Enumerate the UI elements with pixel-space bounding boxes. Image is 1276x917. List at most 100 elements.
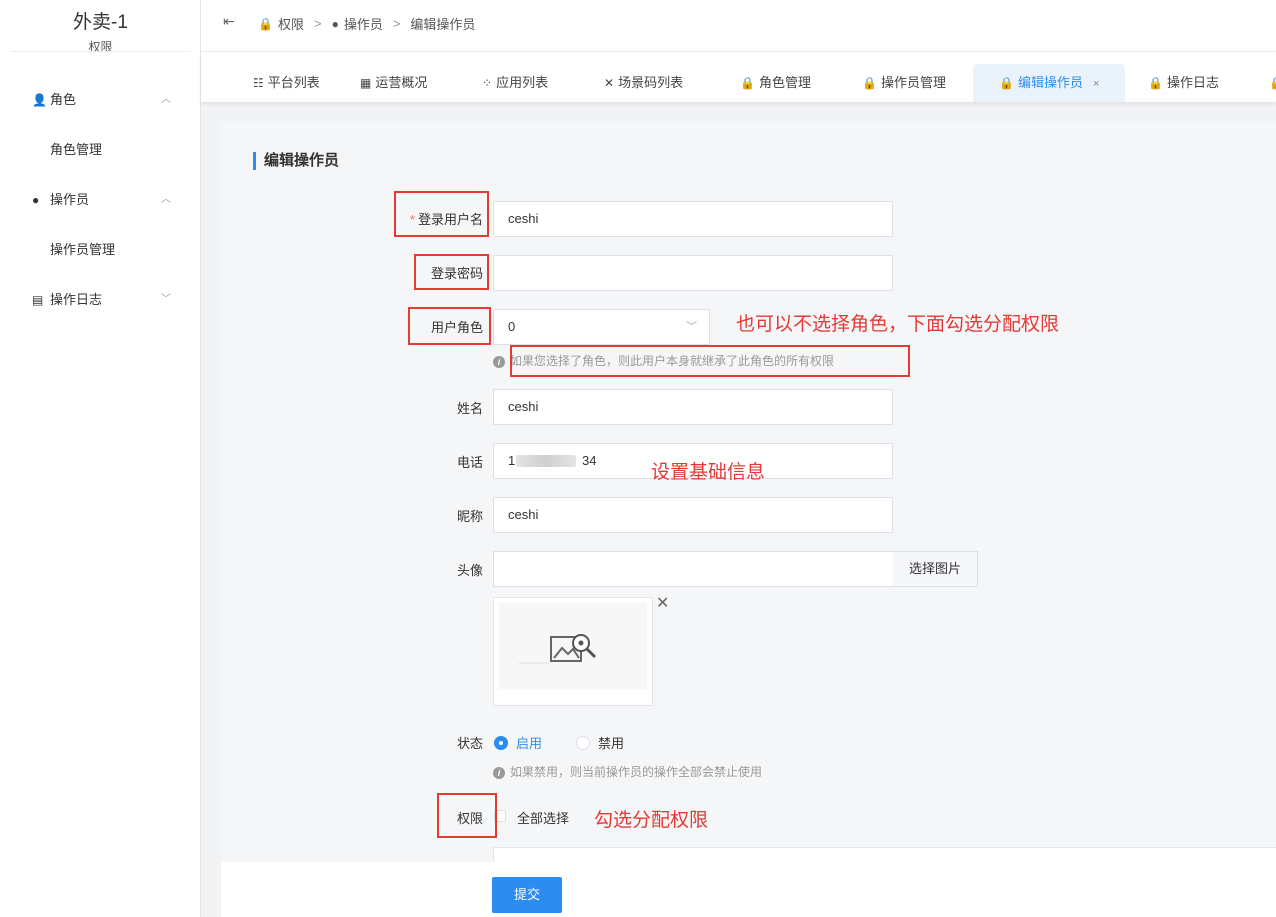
info-icon: i xyxy=(493,767,505,779)
sidebar-group-label: 操作员 xyxy=(50,192,90,207)
role-select-value: 0 xyxy=(508,319,516,334)
module-subtitle: 权限 xyxy=(88,40,113,54)
image-search-icon xyxy=(519,634,597,664)
name-label: 姓名 xyxy=(456,401,483,416)
user-group-icon: 👤 xyxy=(32,93,47,107)
breadcrumb-item[interactable]: 权限 xyxy=(278,14,304,33)
tab-bar: ☷ 平台列表 ▦ 运营概况 ⁘ 应用列表 ✕ 场景码列表 🔒 角色管理 🔒 操作员管理 🔒 编… xyxy=(201,52,1276,102)
chevron-down-icon: ﹀ xyxy=(161,294,171,305)
status-enabled-radio[interactable]: 启用 xyxy=(494,733,542,752)
tab-label: 编辑操作员 xyxy=(1017,75,1083,90)
grid-icon: ▦ xyxy=(360,76,372,90)
top-header: ⇤ 🔒 权限 > ● 操作员 > 编辑操作员 xyxy=(201,0,1276,52)
sidebar-group-label: 操作日志 xyxy=(50,292,103,307)
app-title: 外卖-1 xyxy=(73,12,128,33)
list-icon: ☷ xyxy=(253,76,264,90)
role-select[interactable]: 0 ﹀ xyxy=(493,309,710,345)
radio-label: 启用 xyxy=(516,736,543,751)
avatar-preview xyxy=(493,597,653,706)
phone-value-start: 1 xyxy=(508,453,516,468)
sidebar: 外卖-1 权限 👤 角色 ︿ 角色管理 ● 操作员 ︿ 操作员管理 ▤ 操作日志 ﹀ xyxy=(0,0,201,917)
avatar-url-input[interactable] xyxy=(493,551,894,587)
lock-icon: 🔒 xyxy=(258,16,273,31)
annotation-box-role-hint xyxy=(510,345,910,377)
chevron-down-icon: ﹀ xyxy=(686,321,697,333)
tools-icon: ✕ xyxy=(604,76,615,90)
apps-icon: ⁘ xyxy=(482,76,493,90)
tab-operations-overview[interactable]: ▦ 运营概况 xyxy=(360,64,427,102)
status-label: 状态 xyxy=(456,736,483,751)
main-content: 编辑操作员 * 登录用户名 ceshi 登录密码 用户角色 0 ﹀ i 如果您选择了… xyxy=(221,122,1276,867)
breadcrumb-current: 编辑操作员 xyxy=(410,17,476,32)
lock-icon: 🔒 xyxy=(1148,76,1163,90)
lock-icon: 🔒 xyxy=(999,76,1014,90)
submit-button[interactable]: 提交 xyxy=(492,877,562,913)
image-placeholder xyxy=(499,603,647,689)
tab-label: 操作日志 xyxy=(1166,75,1219,90)
form-footer: 提交 xyxy=(221,862,1276,917)
sidebar-menu: 👤 角色 ︿ 角色管理 ● 操作员 ︿ 操作员管理 ▤ 操作日志 ﹀ xyxy=(0,80,201,320)
username-input[interactable]: ceshi xyxy=(493,201,893,237)
sidebar-group-operator[interactable]: ● 操作员 ︿ xyxy=(0,180,201,220)
tab-label: 应用列表 xyxy=(496,75,549,90)
collapse-menu-icon[interactable]: ⇤ xyxy=(223,13,235,30)
annotation-box-password xyxy=(414,254,489,290)
nickname-label: 昵称 xyxy=(456,509,483,524)
section-title: 编辑操作员 xyxy=(253,152,339,170)
radio-label: 禁用 xyxy=(598,736,625,751)
brand: 外卖-1 权限 xyxy=(0,10,201,56)
tab-platform-list[interactable]: ☷ 平台列表 xyxy=(253,64,320,102)
radio-selected-dot xyxy=(494,735,508,750)
sidebar-item-role-management[interactable]: 角色管理 xyxy=(0,120,201,180)
tab-operation-log[interactable]: 🔒 操作日志 xyxy=(1148,64,1219,102)
breadcrumb-separator: > xyxy=(313,16,322,31)
tab-app-list[interactable]: ⁘ 应用列表 xyxy=(482,64,548,102)
tab-label: 运营概况 xyxy=(375,75,428,90)
annotation-note-basic-info: 设置基础信息 xyxy=(651,462,766,483)
tab-overflow[interactable]: 🔒 xyxy=(1269,64,1276,102)
annotation-note-role: 也可以不选择角色，下面勾选分配权限 xyxy=(736,314,1060,335)
tab-operator-management[interactable]: 🔒 操作员管理 xyxy=(862,64,946,102)
sidebar-item-operator-management[interactable]: 操作员管理 xyxy=(0,220,201,280)
password-input[interactable] xyxy=(493,255,893,291)
choose-image-button[interactable]: 选择图片 xyxy=(893,551,979,587)
select-all-label[interactable]: 全部选择 xyxy=(517,808,569,827)
radio-dot xyxy=(576,735,590,750)
name-input[interactable]: ceshi xyxy=(493,389,893,425)
annotation-box-permissions xyxy=(437,793,497,838)
annotation-box-username xyxy=(394,191,489,237)
remove-image-icon[interactable]: ✕ xyxy=(656,593,669,613)
sidebar-group-role[interactable]: 👤 角色 ︿ xyxy=(0,80,201,120)
user-circle-icon: ● xyxy=(331,16,339,31)
lock-icon: 🔒 xyxy=(1269,76,1276,90)
info-icon: i xyxy=(493,356,505,368)
tab-label: 场景码列表 xyxy=(618,75,684,90)
breadcrumb: 🔒 权限 > ● 操作员 > 编辑操作员 xyxy=(258,14,475,33)
redacted-mask xyxy=(516,455,576,467)
status-hint: i 如果禁用，则当前操作员的操作全部会禁止使用 xyxy=(493,763,762,780)
phone-value-end: 34 xyxy=(582,453,597,468)
nickname-input[interactable]: ceshi xyxy=(493,497,893,533)
tab-role-management[interactable]: 🔒 角色管理 xyxy=(740,64,811,102)
tab-label: 角色管理 xyxy=(758,75,811,90)
file-icon: ▤ xyxy=(32,293,44,307)
sidebar-group-label: 角色 xyxy=(50,92,77,107)
close-tab-icon[interactable]: × xyxy=(1093,78,1099,90)
tab-edit-operator[interactable]: 🔒 编辑操作员 × xyxy=(973,64,1126,102)
status-disabled-radio[interactable]: 禁用 xyxy=(576,733,624,752)
phone-label: 电话 xyxy=(456,455,483,470)
tab-scene-code-list[interactable]: ✕ 场景码列表 xyxy=(604,64,683,102)
lock-icon: 🔒 xyxy=(740,76,755,90)
tab-label: 操作员管理 xyxy=(880,75,946,90)
lock-icon: 🔒 xyxy=(862,76,877,90)
divider xyxy=(10,51,191,52)
user-circle-icon: ● xyxy=(32,193,40,207)
status-hint-text: 如果禁用，则当前操作员的操作全部会禁止使用 xyxy=(510,765,763,779)
breadcrumb-separator: > xyxy=(392,16,401,31)
sidebar-group-operation-log[interactable]: ▤ 操作日志 ﹀ xyxy=(0,280,201,320)
breadcrumb-item[interactable]: 操作员 xyxy=(344,14,383,33)
chevron-up-icon: ︿ xyxy=(161,94,171,105)
annotation-note-permissions: 勾选分配权限 xyxy=(594,810,709,831)
chevron-up-icon: ︿ xyxy=(161,194,171,205)
tab-label: 平台列表 xyxy=(267,75,320,90)
